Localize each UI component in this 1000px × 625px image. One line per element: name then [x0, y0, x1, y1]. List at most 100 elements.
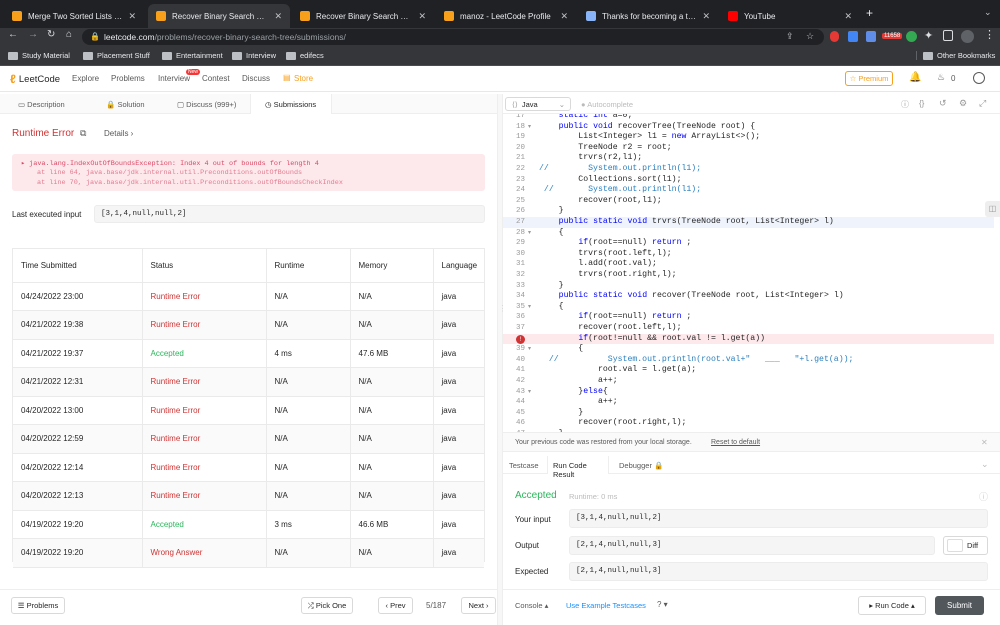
- profile-avatar-icon[interactable]: [961, 30, 974, 43]
- notification-bell-icon[interactable]: 🔔: [909, 72, 921, 83]
- code-line[interactable]: 20 TreeNode r2 = root;: [503, 143, 994, 154]
- home-icon[interactable]: ⌂: [66, 29, 72, 40]
- code-line[interactable]: ! if(root!=null && root.val != l.get(a)): [503, 333, 994, 345]
- fold-arrow-icon[interactable]: ▾: [528, 123, 531, 130]
- info-icon[interactable]: ⓘ: [979, 490, 988, 503]
- pick-one-button[interactable]: ⤮ Pick One: [301, 597, 353, 614]
- submit-button[interactable]: Submit: [935, 596, 984, 615]
- side-panel-toggle-icon[interactable]: ◫: [985, 201, 1000, 217]
- copy-icon[interactable]: ⧉: [80, 128, 86, 139]
- code-line[interactable]: 26 }: [503, 206, 994, 217]
- close-icon[interactable]: ✕: [981, 438, 988, 447]
- browser-tab[interactable]: Thanks for becoming a tester ✕: [578, 4, 718, 28]
- extension-badge[interactable]: 11658: [882, 33, 903, 39]
- next-button[interactable]: Next ›: [461, 597, 496, 614]
- help-icon[interactable]: ? ▾: [657, 600, 668, 609]
- close-icon[interactable]: ✕: [128, 11, 136, 22]
- sidepanel-icon[interactable]: [943, 30, 953, 41]
- code-line[interactable]: 36 if(root==null) return ;: [503, 312, 994, 323]
- close-icon[interactable]: ✕: [274, 11, 282, 22]
- fold-arrow-icon[interactable]: ▾: [528, 303, 531, 310]
- code-line[interactable]: 30 trvrs(root.left,l);: [503, 249, 994, 260]
- tab-submissions[interactable]: ◷ Submissions: [250, 94, 332, 114]
- code-line[interactable]: 25 recover(root,l1);: [503, 196, 994, 207]
- bookmark-star-icon[interactable]: ☆: [806, 31, 814, 42]
- forward-icon[interactable]: →: [28, 29, 38, 40]
- browser-tab[interactable]: Merge Two Sorted Lists - LeetC ✕: [4, 4, 144, 28]
- cell-status[interactable]: Runtime Error: [151, 377, 201, 386]
- col-runtime[interactable]: Runtime: [266, 249, 351, 282]
- bookmark-folder[interactable]: Entertainment: [162, 51, 223, 60]
- code-line[interactable]: 18 ▾ public void recoverTree(TreeNode roo…: [503, 122, 994, 133]
- code-line[interactable]: 22 // System.out.println(l1);: [503, 164, 994, 175]
- reload-icon[interactable]: ↻: [47, 29, 55, 40]
- extension-icon[interactable]: [830, 31, 839, 42]
- col-memory[interactable]: Memory: [350, 249, 434, 282]
- table-row[interactable]: 04/19/2022 19:20 Accepted 3 ms 46.6 MB java: [13, 510, 484, 539]
- col-time[interactable]: Time Submitted: [13, 249, 143, 282]
- close-icon[interactable]: ✕: [560, 11, 568, 22]
- code-line[interactable]: 28 ▾ {: [503, 228, 994, 239]
- bookmark-folder[interactable]: Placement Stuff: [83, 51, 150, 60]
- settings-gear-icon[interactable]: ⚙: [959, 98, 967, 109]
- code-line[interactable]: 46 recover(root.right,l);: [503, 418, 994, 429]
- tab-discuss[interactable]: ▢ Discuss (999+): [177, 100, 236, 109]
- table-row[interactable]: 04/20/2022 13:00 Runtime Error N/A N/A java: [13, 396, 484, 425]
- nav-discuss[interactable]: Discuss: [242, 74, 270, 83]
- table-row[interactable]: 04/21/2022 19:38 Runtime Error N/A N/A java: [13, 310, 484, 339]
- nav-explore[interactable]: Explore: [72, 74, 99, 83]
- url-field[interactable]: 🔒 leetcode.com/problems/recover-binary-s…: [82, 29, 824, 45]
- leetcode-logo[interactable]: ℓ LeetCode: [10, 72, 60, 86]
- other-bookmarks[interactable]: Other Bookmarks: [916, 51, 995, 60]
- language-select[interactable]: ⟨⟩ Java ⌄: [505, 97, 571, 111]
- col-status[interactable]: Status: [142, 249, 267, 282]
- console-toggle[interactable]: Console ▴: [515, 601, 548, 610]
- reset-to-default-link[interactable]: Reset to default: [711, 439, 760, 446]
- code-line[interactable]: 44 a++;: [503, 397, 994, 408]
- back-icon[interactable]: ←: [8, 29, 18, 40]
- diff-toggle[interactable]: Diff: [943, 536, 988, 555]
- extensions-puzzle-icon[interactable]: ✦: [924, 29, 933, 42]
- share-icon[interactable]: ⇪: [786, 31, 794, 42]
- tab-description[interactable]: ▭ Description: [18, 100, 65, 109]
- table-row[interactable]: 04/21/2022 12:31 Runtime Error N/A N/A java: [13, 367, 484, 396]
- menu-kebab-icon[interactable]: ⋮: [984, 28, 995, 41]
- bookmark-folder[interactable]: Study Material: [8, 51, 70, 60]
- col-language[interactable]: Language: [433, 249, 484, 282]
- coin-flame-icon[interactable]: ♨: [937, 72, 945, 83]
- cell-status[interactable]: Runtime Error: [151, 434, 201, 443]
- braces-icon[interactable]: {}: [919, 99, 924, 108]
- extension-icon[interactable]: [848, 31, 858, 42]
- code-line[interactable]: 42 a++;: [503, 376, 994, 387]
- close-icon[interactable]: ✕: [844, 11, 852, 22]
- browser-tab[interactable]: manoz - LeetCode Profile ✕: [436, 4, 576, 28]
- use-example-testcases-link[interactable]: Use Example Testcases: [566, 601, 646, 610]
- details-link[interactable]: Details ›: [104, 129, 133, 138]
- prev-button[interactable]: ‹ Prev: [378, 597, 413, 614]
- premium-button[interactable]: ☆ Premium: [845, 71, 893, 86]
- tab-testcase[interactable]: Testcase: [509, 461, 539, 470]
- nav-contest[interactable]: Contest: [202, 74, 230, 83]
- table-row[interactable]: 04/20/2022 12:59 Runtime Error N/A N/A java: [13, 424, 484, 453]
- code-line[interactable]: 21 trvrs(r2,l1);: [503, 153, 994, 164]
- autocomplete-toggle[interactable]: ● Autocomplete: [581, 100, 633, 109]
- tab-solution[interactable]: 🔒 Solution: [106, 100, 145, 109]
- code-line[interactable]: 41 root.val = l.get(a);: [503, 365, 994, 376]
- table-row[interactable]: 04/21/2022 19:37 Accepted 4 ms 47.6 MB java: [13, 339, 484, 368]
- cell-status[interactable]: Accepted: [151, 520, 184, 529]
- code-line[interactable]: 29 if(root==null) return ;: [503, 238, 994, 249]
- cell-status[interactable]: Runtime Error: [151, 491, 201, 500]
- browser-tab[interactable]: YouTube ✕: [720, 4, 860, 28]
- code-line[interactable]: 35 ▾ {: [503, 302, 994, 313]
- code-line[interactable]: 24 // System.out.println(l1);: [503, 185, 994, 196]
- fold-arrow-icon[interactable]: ▾: [528, 345, 531, 352]
- tab-debugger[interactable]: Debugger 🔒: [619, 461, 663, 470]
- code-line[interactable]: 34 public static void recover(TreeNode r…: [503, 291, 994, 302]
- code-line[interactable]: 45 }: [503, 408, 994, 419]
- code-line[interactable]: 31 l.add(root.val);: [503, 259, 994, 270]
- chevron-down-icon[interactable]: ⌄: [981, 459, 989, 470]
- fold-arrow-icon[interactable]: ▾: [528, 388, 531, 395]
- table-row[interactable]: 04/20/2022 12:14 Runtime Error N/A N/A java: [13, 453, 484, 482]
- problems-list-button[interactable]: ☰ Problems: [11, 597, 65, 614]
- code-editor[interactable]: 17 static int a=0; 18 ▾ public void recove…: [503, 114, 1000, 432]
